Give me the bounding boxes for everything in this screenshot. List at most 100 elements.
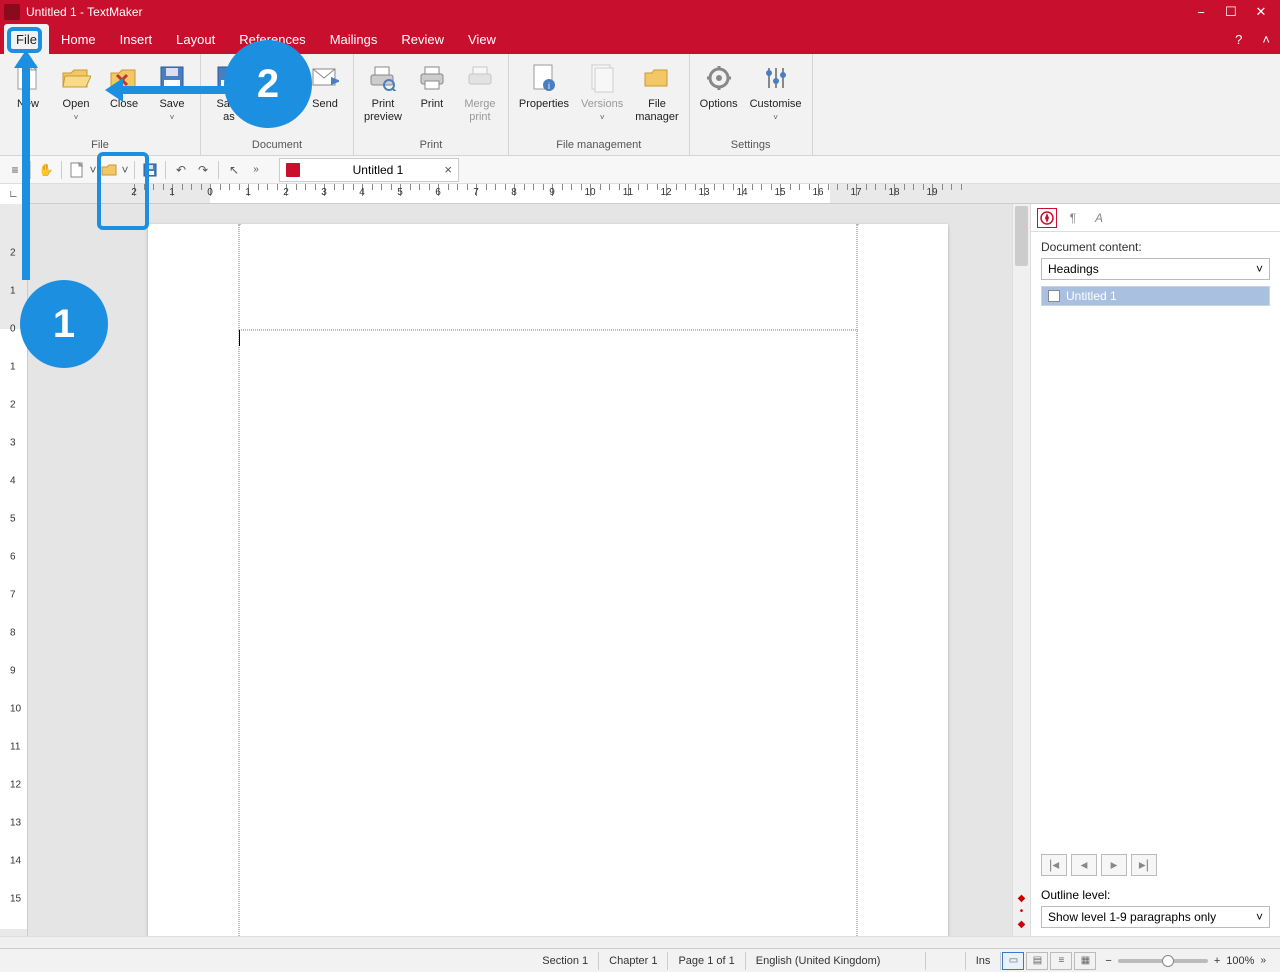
nav-prev-button[interactable]: ◂: [1071, 854, 1097, 876]
annotation-arrow-2: [105, 76, 231, 106]
ribbon-group-file-management: iPropertiesVersions˅File managerFile man…: [509, 54, 690, 155]
print-preview-label: Print preview: [364, 98, 402, 124]
close-window-button[interactable]: ✕: [1246, 0, 1276, 24]
print-button[interactable]: Print: [408, 56, 456, 135]
outline-level-label: Outline level:: [1031, 884, 1280, 906]
headings-select[interactable]: Headings ˅: [1041, 258, 1270, 280]
annotation-box-open-qat: [97, 152, 149, 230]
tree-node[interactable]: Untitled 1: [1042, 287, 1269, 305]
qat-more-icon[interactable]: »: [245, 159, 267, 181]
nav-first-button[interactable]: |◂: [1041, 854, 1067, 876]
text-cursor: [239, 330, 240, 346]
outline-level-select[interactable]: Show level 1-9 paragraphs only ˅: [1041, 906, 1270, 928]
zoom-in-button[interactable]: +: [1214, 955, 1220, 967]
status-page[interactable]: Page 1 of 1: [668, 952, 745, 970]
file-manager-icon: [641, 62, 673, 94]
qat-redo-icon[interactable]: ↷: [192, 159, 214, 181]
ribbon-group-settings: OptionsCustomise˅ Settings: [690, 54, 813, 155]
tree-checkbox[interactable]: [1048, 290, 1060, 302]
print-preview-button[interactable]: Print preview: [358, 56, 408, 135]
customise-icon: [760, 62, 792, 94]
group-label: Settings: [690, 137, 812, 155]
qat-new-icon[interactable]: [66, 159, 88, 181]
page[interactable]: [148, 224, 948, 936]
view-outline-button[interactable]: ≡: [1050, 952, 1072, 970]
main-area: 210123456789101112131415 ◆•◆ ¶ A Documen…: [0, 204, 1280, 936]
horizontal-ruler[interactable]: 21012345678910111213141516171819: [28, 184, 1280, 204]
tree-node-label: Untitled 1: [1066, 289, 1117, 303]
side-tab-styles-icon[interactable]: A: [1089, 208, 1109, 228]
status-language[interactable]: English (United Kingdom): [746, 952, 926, 970]
vertical-scrollbar[interactable]: ◆•◆: [1012, 204, 1030, 936]
group-label: Print: [354, 137, 508, 155]
zoom-out-button[interactable]: −: [1105, 955, 1111, 967]
group-label: Document: [201, 137, 353, 155]
file-manager-label: File manager: [635, 98, 678, 124]
annotation-number-1: 1: [20, 280, 108, 368]
print-preview-icon: [367, 62, 399, 94]
scrollbar-thumb[interactable]: [1015, 206, 1028, 266]
collapse-ribbon-button[interactable]: ˄: [1252, 24, 1280, 54]
status-section[interactable]: Section 1: [532, 952, 599, 970]
menu-tab-review[interactable]: Review: [389, 24, 456, 54]
annotation-number-2: 2: [224, 40, 312, 128]
ribbon-group-print: Print preview Print Merge print Print: [354, 54, 509, 155]
minimize-button[interactable]: −: [1186, 0, 1216, 24]
versions-button: Versions˅: [575, 56, 629, 135]
menu-tab-insert[interactable]: Insert: [108, 24, 165, 54]
status-chapter[interactable]: Chapter 1: [599, 952, 668, 970]
menu-tab-mailings[interactable]: Mailings: [318, 24, 390, 54]
title-bar: Untitled 1 - TextMaker − ☐ ✕: [0, 0, 1280, 24]
document-tree[interactable]: Untitled 1: [1041, 286, 1270, 306]
file-manager-button[interactable]: File manager: [629, 56, 684, 135]
document-tab[interactable]: Untitled 1 ×: [279, 158, 459, 182]
menu-tab-home[interactable]: Home: [49, 24, 108, 54]
options-button[interactable]: Options: [694, 56, 744, 135]
chevron-down-icon: ˅: [170, 113, 175, 122]
zoom-slider[interactable]: [1118, 959, 1208, 963]
nav-next-button[interactable]: ▸: [1101, 854, 1127, 876]
horizontal-scrollbar[interactable]: [0, 936, 1280, 948]
outline-level-value: Show level 1-9 paragraphs only: [1048, 910, 1216, 924]
chevron-down-icon: ˅: [1256, 910, 1263, 924]
open-label: Open: [63, 98, 90, 111]
side-tab-paragraph-icon[interactable]: ¶: [1063, 208, 1083, 228]
side-nav-buttons: |◂ ◂ ▸ ▸|: [1031, 846, 1280, 884]
menu-tab-layout[interactable]: Layout: [164, 24, 227, 54]
maximize-button[interactable]: ☐: [1216, 0, 1246, 24]
window-title: Untitled 1 - TextMaker: [26, 5, 143, 19]
view-normal-button[interactable]: ▭: [1002, 952, 1024, 970]
chevron-down-icon: ˅: [1256, 262, 1263, 276]
properties-button[interactable]: iProperties: [513, 56, 575, 135]
nav-last-button[interactable]: ▸|: [1131, 854, 1157, 876]
menu-tab-view[interactable]: View: [456, 24, 508, 54]
options-icon: [703, 62, 735, 94]
scroll-marks: ◆•◆: [1013, 893, 1030, 930]
qat-undo-icon[interactable]: ↶: [170, 159, 192, 181]
chevron-down-icon: ˅: [773, 113, 778, 122]
merge-print-button: Merge print: [456, 56, 504, 135]
customise-button[interactable]: Customise˅: [744, 56, 808, 135]
open-button[interactable]: Open˅: [52, 56, 100, 135]
merge-print-icon: [464, 62, 496, 94]
qat-cursor-icon[interactable]: ↖: [223, 159, 245, 181]
merge-print-label: Merge print: [464, 98, 495, 124]
zoom-more-icon[interactable]: »: [1260, 955, 1266, 966]
status-ins[interactable]: Ins: [966, 952, 1002, 970]
side-panel-title: Document content:: [1031, 232, 1280, 258]
view-web-button[interactable]: ▦: [1074, 952, 1096, 970]
menu-bar: FileHomeInsertLayoutReferencesMailingsRe…: [0, 24, 1280, 54]
help-button[interactable]: ?: [1225, 24, 1252, 54]
document-tab-close-icon[interactable]: ×: [444, 162, 452, 177]
annotation-arrow-1: [12, 50, 42, 286]
view-master-button[interactable]: ▤: [1026, 952, 1048, 970]
print-icon: [416, 62, 448, 94]
versions-icon: [586, 62, 618, 94]
document-canvas[interactable]: [28, 204, 1012, 936]
side-panel-tabs: ¶ A: [1031, 204, 1280, 232]
properties-label: Properties: [519, 98, 569, 111]
quick-access-toolbar: ≡ ✋ ˅ ˅ ↶ ↷ ↖ » Untitled 1 ×: [0, 156, 1280, 184]
print-label: Print: [421, 98, 444, 111]
status-empty1: [926, 952, 966, 970]
side-tab-navigator-icon[interactable]: [1037, 208, 1057, 228]
